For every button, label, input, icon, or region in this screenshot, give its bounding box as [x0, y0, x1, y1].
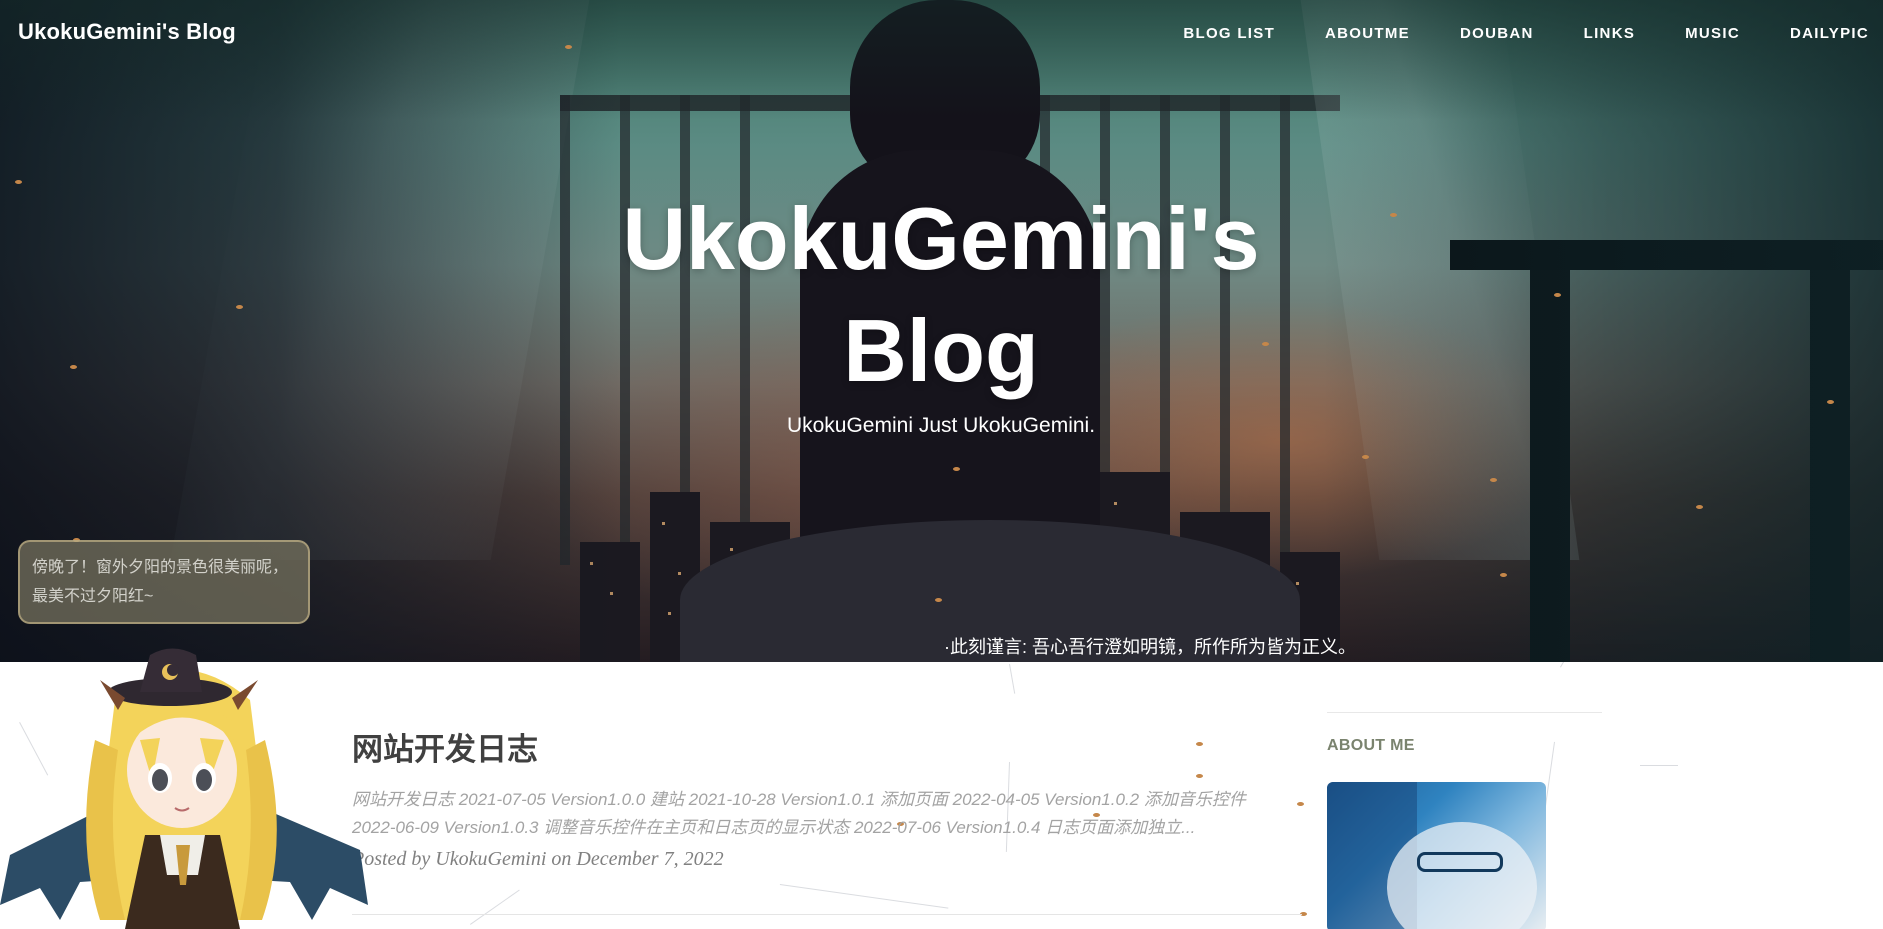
post-excerpt: 网站开发日志 2021-07-05 Version1.0.0 建站 2021-1…: [352, 786, 1272, 842]
hero-subtitle: UkokuGemini Just UkokuGemini.: [786, 414, 1096, 437]
post-excerpt-line1: 网站开发日志 2021-07-05 Version1.0.0 建站 2021-1…: [352, 790, 1246, 809]
nav-links[interactable]: LINKS: [1584, 25, 1636, 42]
petal-decoration: [1490, 478, 1497, 482]
main-nav: BLOG LIST ABOUTME DOUBAN LINKS MUSIC DAI…: [1133, 25, 1869, 42]
bubble-line2: 最美不过夕阳红~: [32, 588, 154, 605]
petal-decoration: [1827, 400, 1834, 404]
petal-decoration: [1696, 505, 1703, 509]
petal-decoration: [935, 598, 942, 602]
post-divider: [352, 914, 1302, 915]
sidebar: ABOUT ME: [1327, 712, 1602, 929]
hero-header: UkokuGemini's Blog BLOG LIST ABOUTME DOU…: [0, 0, 1883, 662]
particle-line-decoration: [470, 889, 520, 925]
petal-decoration: [236, 305, 243, 309]
petal-decoration: [70, 365, 77, 369]
petal-decoration: [565, 45, 572, 49]
nav-douban[interactable]: DOUBAN: [1460, 25, 1534, 42]
about-me-avatar[interactable]: [1327, 782, 1546, 929]
mascot-eye-left: [152, 769, 168, 791]
petal-decoration: [1297, 802, 1304, 806]
petal-decoration: [1554, 293, 1561, 297]
nav-aboutme[interactable]: ABOUTME: [1325, 25, 1410, 42]
petal-decoration: [15, 180, 22, 184]
bubble-line1: 傍晚了！窗外夕阳的景色很美丽呢，: [32, 559, 289, 576]
particle-line-decoration: [1009, 664, 1016, 694]
hero-title-line1: UkokuGemini's: [622, 189, 1260, 288]
post-preview[interactable]: 网站开发日志 网站开发日志 2021-07-05 Version1.0.0 建站…: [352, 724, 1272, 871]
mascot-speech-bubble: 傍晚了！窗外夕阳的景色很美丽呢， 最美不过夕阳红~: [18, 540, 310, 624]
hero-title-line2: Blog: [843, 301, 1039, 400]
particle-line-decoration: [779, 884, 949, 909]
particle-line-decoration: [1640, 765, 1678, 766]
petal-decoration: [1362, 455, 1369, 459]
nav-music[interactable]: MUSIC: [1685, 25, 1740, 42]
petal-decoration: [1500, 573, 1507, 577]
live2d-mascot[interactable]: [0, 620, 370, 929]
mascot-eye-right: [196, 769, 212, 791]
hero-title: UkokuGemini's Blog: [441, 183, 1441, 407]
post-meta: Posted by UkokuGemini on December 7, 202…: [352, 848, 724, 870]
post-excerpt-line2: 2022-06-09 Version1.0.3 调整音乐控件在主页和日志页的显示…: [352, 818, 1196, 837]
nav-blog-list[interactable]: BLOG LIST: [1183, 25, 1275, 42]
petal-decoration: [953, 467, 960, 471]
nav-dailypic[interactable]: DAILYPIC: [1790, 25, 1869, 42]
particle-line-decoration: [1560, 662, 1581, 668]
sidebar-divider: [1327, 712, 1602, 713]
about-me-heading: ABOUT ME: [1327, 737, 1415, 754]
post-title[interactable]: 网站开发日志: [352, 724, 1272, 769]
site-brand-link[interactable]: UkokuGemini's Blog: [18, 19, 236, 45]
hero-quote: ·此刻谨言: 吾心吾行澄如明镜，所作所为皆为正义。: [944, 637, 1356, 657]
